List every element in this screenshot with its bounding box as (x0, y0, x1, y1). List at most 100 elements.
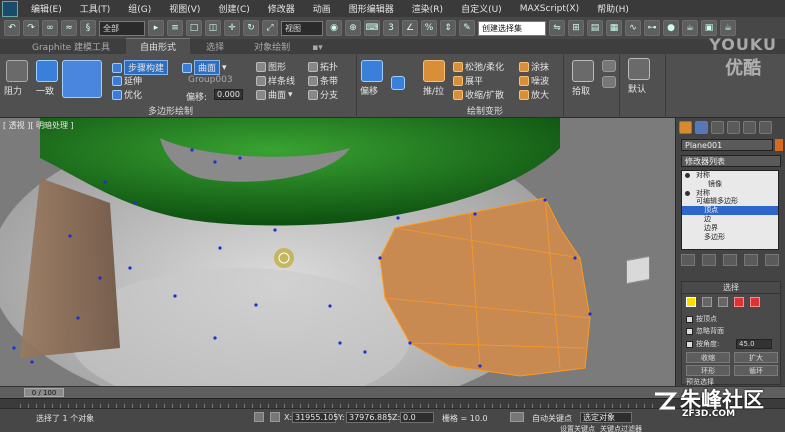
element-level-icon[interactable] (750, 297, 760, 307)
material-editor-icon[interactable]: ● (663, 20, 679, 36)
motion-tab-icon[interactable] (727, 121, 740, 134)
ignore-backfacing-checkbox[interactable]: 忽略背面 (686, 326, 724, 336)
graphite-toggle-icon[interactable]: ▦ (606, 20, 622, 36)
move-icon[interactable]: ✛ (224, 20, 240, 36)
tab-object-paint[interactable]: 对象绘制 (240, 39, 304, 54)
loop-button[interactable]: 循环 (734, 365, 778, 376)
edge-level-icon[interactable] (702, 297, 712, 307)
menu-group[interactable]: 组(G) (119, 2, 160, 15)
viewcube-icon[interactable] (626, 255, 650, 285)
stack-item[interactable]: 边界 (682, 224, 778, 233)
pivot-center-icon[interactable]: ◉ (326, 20, 342, 36)
shift-button[interactable]: 偏移 (360, 84, 378, 97)
selection-filter-dropdown[interactable]: 全部 (99, 20, 145, 36)
splines-button[interactable]: 样条线 (256, 74, 295, 87)
make-unique-icon[interactable] (723, 254, 737, 266)
menu-create[interactable]: 创建(C) (209, 2, 258, 15)
rotate-icon[interactable]: ↻ (243, 20, 259, 36)
snap-3d-icon[interactable]: 3 (383, 20, 399, 36)
render-frame-icon[interactable]: ▣ (701, 20, 717, 36)
conform-brush-icon[interactable] (62, 60, 102, 98)
window-crossing-icon[interactable]: ◫ (205, 20, 221, 36)
grow-button[interactable]: 扩大 (734, 352, 778, 363)
percent-snap-icon[interactable]: % (421, 20, 437, 36)
tab-graphite-modeling[interactable]: Graphite 建模工具 (18, 39, 124, 54)
pin-stack-icon[interactable] (681, 254, 695, 266)
selection-rollout-title[interactable]: 选择 (682, 282, 780, 294)
mirror-icon[interactable]: ⇋ (549, 20, 565, 36)
show-end-result-icon[interactable] (702, 254, 716, 266)
schematic-view-icon[interactable]: ⊶ (644, 20, 660, 36)
noise-button[interactable]: 噪波 (519, 74, 549, 87)
brush-default-icon[interactable] (628, 58, 650, 80)
stack-item[interactable]: 可编辑多边形 (682, 197, 778, 206)
extend-button[interactable]: 延伸 (112, 74, 142, 87)
time-slider-thumb[interactable]: 0 / 100 (24, 388, 64, 397)
ring-button[interactable]: 环形 (686, 365, 730, 376)
select-manipulate-icon[interactable]: ⊕ (345, 20, 361, 36)
menu-maxscript[interactable]: MAXScript(X) (511, 4, 588, 14)
menu-tools[interactable]: 工具(T) (71, 2, 120, 15)
push-pull-button[interactable]: 推/拉 (423, 84, 444, 97)
relax-soften-button[interactable]: 松弛/柔化 (453, 60, 504, 73)
branches-button[interactable]: 分支 (308, 88, 338, 101)
flatten-button[interactable]: 展平 (453, 74, 483, 87)
modifier-list-dropdown[interactable]: 修改器列表 (681, 155, 781, 167)
object-name-field[interactable]: Plane001 (681, 139, 773, 151)
auto-key-button[interactable]: 自动关键点 (532, 413, 572, 424)
y-coord-field[interactable]: 37976.885 (346, 412, 392, 423)
angle-snap-icon[interactable]: ∠ (402, 20, 418, 36)
configure-sets-icon[interactable] (765, 254, 779, 266)
step-build-button[interactable]: 步骤构建 (112, 60, 169, 75)
create-tab-icon[interactable] (679, 121, 692, 134)
menu-edit[interactable]: 编辑(E) (22, 2, 71, 15)
amplify-button[interactable]: 放大 (519, 88, 549, 101)
edit-named-sel-icon[interactable]: ✎ (459, 20, 475, 36)
stack-item[interactable]: 多边形 (682, 233, 778, 242)
hierarchy-tab-icon[interactable] (711, 121, 724, 134)
align-icon[interactable]: ⊞ (568, 20, 584, 36)
vertex-level-icon[interactable] (686, 297, 696, 307)
pickup-icon[interactable] (572, 60, 594, 82)
stack-item[interactable]: 对称 (682, 171, 778, 180)
by-vertex-checkbox[interactable]: 按顶点 (686, 314, 717, 324)
menu-rendering[interactable]: 渲染(R) (403, 2, 452, 15)
conform-button[interactable]: 一致 (36, 84, 54, 97)
scale-icon[interactable]: ⤢ (262, 20, 278, 36)
by-angle-checkbox[interactable]: 按角度: (686, 339, 719, 349)
shapes-button[interactable]: 图形 (256, 60, 286, 73)
drag-icon[interactable] (6, 60, 28, 82)
redo-icon[interactable]: ↷ (23, 20, 39, 36)
offset-spinner[interactable]: 0.000 (214, 89, 243, 100)
menu-animation[interactable]: 动画 (304, 2, 340, 15)
tab-freeform[interactable]: 自由形式 (126, 38, 191, 54)
reference-coord-dropdown[interactable]: 视图 (281, 20, 323, 36)
remove-modifier-icon[interactable] (744, 254, 758, 266)
named-selection-dropdown[interactable]: 创建选择集 (478, 20, 546, 36)
small-deform-icon[interactable] (391, 76, 405, 90)
shrink-button[interactable]: 收缩 (686, 352, 730, 363)
selection-lock-icon[interactable] (254, 412, 264, 422)
key-icon[interactable] (510, 412, 524, 422)
modifier-stack[interactable]: 对称 镜像 对称 可编辑多边形 顶点 边 边界 多边形 (681, 170, 779, 250)
strips-button[interactable]: 条带 (308, 74, 338, 87)
pickup-button[interactable]: 拾取 (572, 84, 590, 97)
render-production-icon[interactable]: ☕ (720, 20, 736, 36)
undo-icon[interactable]: ↶ (4, 20, 20, 36)
conform-icon[interactable] (36, 60, 58, 82)
stack-item[interactable]: 边 (682, 215, 778, 224)
tab-selection[interactable]: 选择 (192, 39, 238, 54)
pinch-spread-button[interactable]: 收缩/扩散 (453, 88, 504, 101)
shift-icon[interactable] (361, 60, 383, 82)
select-by-name-icon[interactable]: ≡ (167, 20, 183, 36)
keyboard-shortcut-icon[interactable]: ⌨ (364, 20, 380, 36)
angle-spinner[interactable]: 45.0 (736, 339, 772, 349)
topology-button[interactable]: 拓扑 (308, 60, 338, 73)
display-tab-icon[interactable] (743, 121, 756, 134)
stack-item[interactable]: 镜像 (682, 180, 778, 189)
perspective-viewport[interactable]: [ 透视 ][ 明暗处理 ] (0, 118, 675, 386)
spinner-snap-icon[interactable]: ⇕ (440, 20, 456, 36)
pickup-opt2-icon[interactable] (602, 76, 616, 88)
ribbon-options-icon[interactable]: ▪▾ (306, 42, 329, 54)
stack-item-selected[interactable]: 顶点 (682, 206, 778, 215)
